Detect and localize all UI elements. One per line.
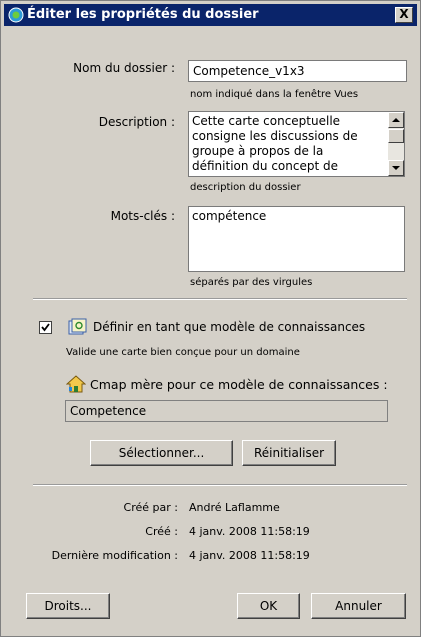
close-icon: X bbox=[399, 7, 409, 21]
created-by-value: André Laflamme bbox=[189, 501, 280, 514]
parent-cmap-label: Cmap mère pour ce modèle de connaissance… bbox=[90, 377, 388, 392]
description-line: groupe à propos de la bbox=[192, 144, 324, 158]
description-label: Description : bbox=[98, 115, 175, 129]
knowledge-model-hint: Valide une carte bien conçue pour un dom… bbox=[66, 347, 300, 358]
folder-name-label: Nom du dossier : bbox=[73, 61, 175, 75]
created-value: 4 janv. 2008 11:58:19 bbox=[189, 525, 310, 538]
description-line: définition du concept de bbox=[192, 159, 338, 173]
window-title: Éditer les propriétés du dossier bbox=[27, 7, 259, 22]
folder-name-input[interactable]: Competence_v1x3 bbox=[188, 60, 407, 82]
modified-value: 4 janv. 2008 11:58:19 bbox=[189, 549, 310, 562]
title-bar[interactable]: Éditer les propriétés du dossier X bbox=[4, 4, 417, 26]
parent-cmap-icon bbox=[66, 375, 86, 393]
rights-button[interactable]: Droits... bbox=[26, 593, 110, 619]
description-line: Cette carte conceptuelle bbox=[192, 114, 341, 128]
created-label: Créé : bbox=[145, 525, 178, 538]
knowledge-model-icon bbox=[68, 318, 87, 335]
close-button[interactable]: X bbox=[395, 7, 413, 23]
cancel-button[interactable]: Annuler bbox=[311, 593, 406, 619]
description-hint: description du dossier bbox=[190, 182, 301, 193]
keywords-textarea[interactable]: compétence bbox=[188, 206, 405, 272]
separator bbox=[33, 298, 407, 300]
scroll-thumb[interactable] bbox=[388, 129, 404, 143]
ok-button[interactable]: OK bbox=[237, 593, 300, 619]
reset-button-label: Réinitialiser bbox=[253, 446, 325, 460]
knowledge-model-checkbox[interactable] bbox=[39, 321, 52, 334]
scroll-down-button[interactable] bbox=[388, 160, 404, 176]
cmap-app-icon bbox=[8, 7, 24, 23]
knowledge-model-label: Définir en tant que modèle de connaissan… bbox=[93, 320, 366, 334]
description-textarea[interactable]: Cette carte conceptuelle consigne les di… bbox=[188, 111, 405, 177]
description-line: consigne les discussions de bbox=[192, 129, 358, 143]
description-scrollbar[interactable] bbox=[388, 112, 404, 176]
description-text: Cette carte conceptuelle consigne les di… bbox=[192, 114, 386, 174]
keywords-label: Mots-clés : bbox=[110, 209, 175, 223]
modified-label: Dernière modification : bbox=[51, 549, 178, 562]
ok-button-label: OK bbox=[259, 599, 278, 613]
separator bbox=[33, 484, 407, 486]
select-button-label: Sélectionner... bbox=[118, 446, 205, 460]
reset-button[interactable]: Réinitialiser bbox=[242, 440, 336, 466]
parent-cmap-value: Competence bbox=[70, 404, 147, 418]
select-button[interactable]: Sélectionner... bbox=[90, 440, 233, 466]
properties-dialog: Éditer les propriétés du dossier X Nom d… bbox=[0, 0, 421, 637]
cancel-button-label: Annuler bbox=[335, 599, 382, 613]
rights-button-label: Droits... bbox=[44, 599, 92, 613]
created-by-label: Créé par : bbox=[123, 501, 178, 514]
arrow-up-icon bbox=[392, 118, 400, 122]
checkmark-icon bbox=[41, 323, 50, 332]
parent-cmap-field: Competence bbox=[65, 400, 388, 422]
folder-name-value: Competence_v1x3 bbox=[193, 64, 305, 78]
scroll-up-button[interactable] bbox=[388, 112, 404, 128]
keywords-hint: séparés par des virgules bbox=[190, 277, 313, 288]
folder-name-hint: nom indiqué dans la fenêtre Vues bbox=[190, 89, 359, 100]
arrow-down-icon bbox=[392, 166, 400, 170]
keywords-value: compétence bbox=[192, 209, 267, 223]
